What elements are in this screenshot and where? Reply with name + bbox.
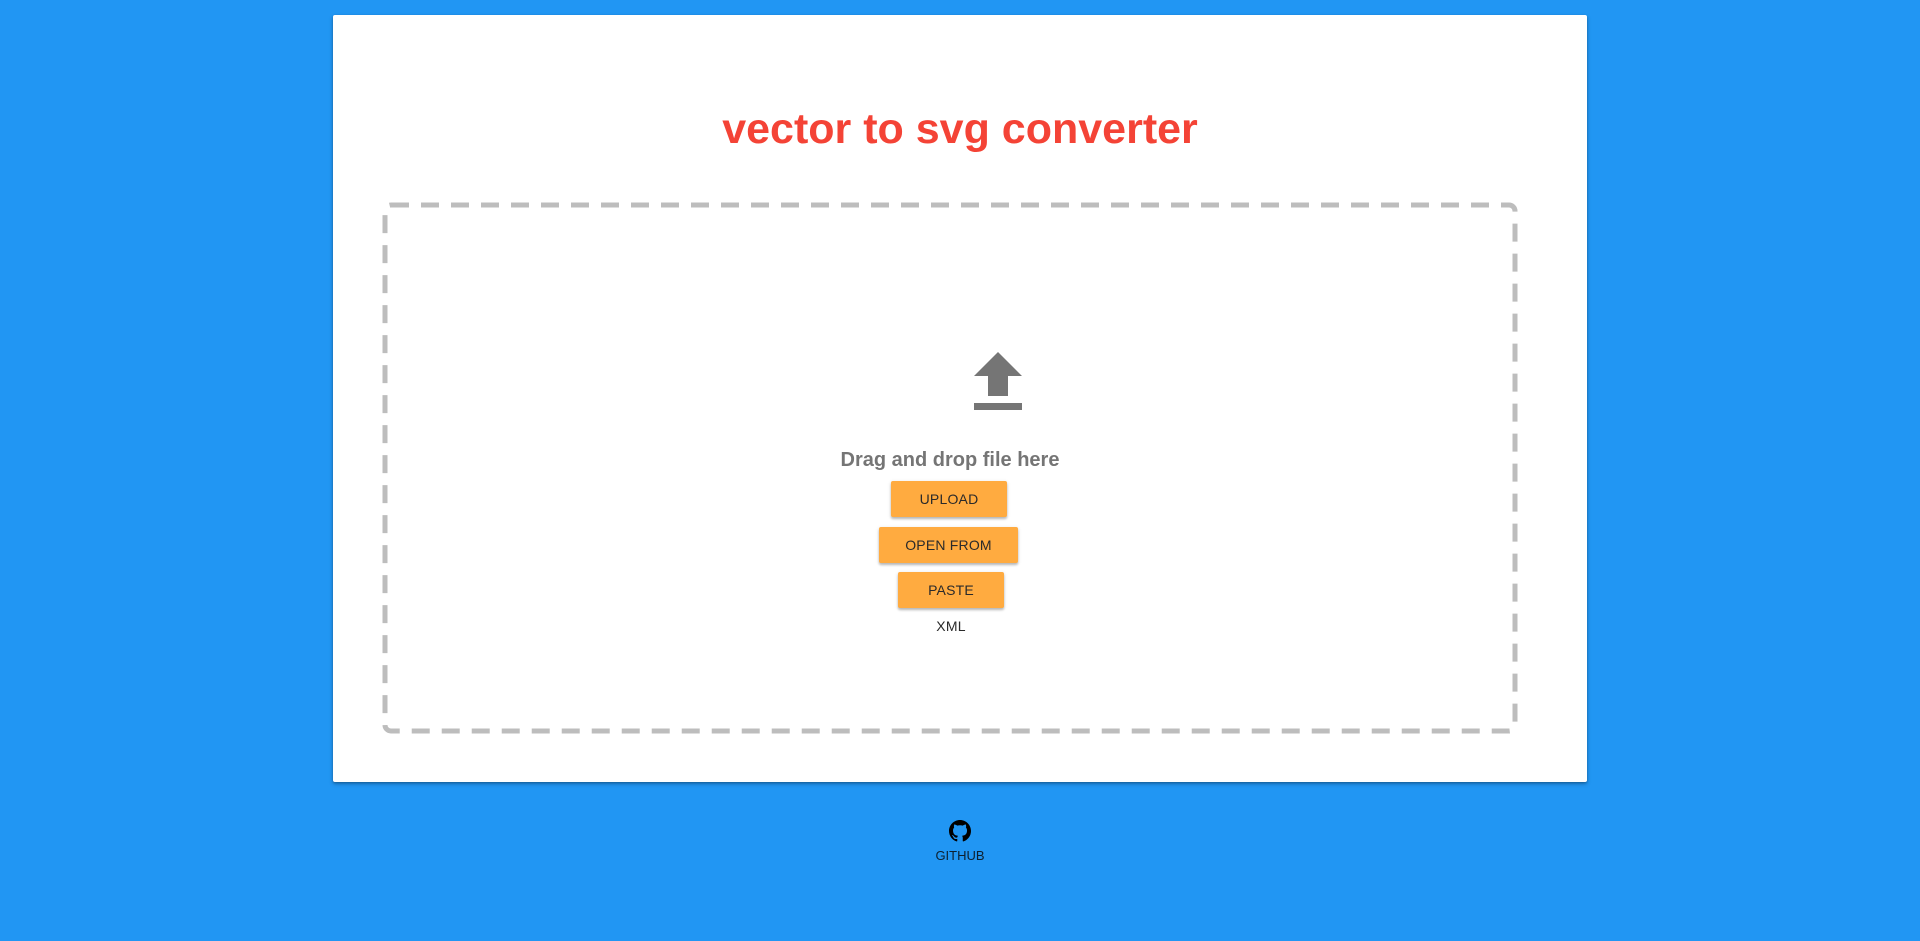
open-from-url-button[interactable]: OPEN FROM URL bbox=[879, 527, 1018, 589]
github-link[interactable]: GITHUB bbox=[920, 816, 1000, 876]
drag-drop-instruction: Drag and drop file here bbox=[840, 449, 1060, 471]
upload-icon bbox=[974, 352, 1022, 410]
paste-xml-button[interactable]: PASTE XML bbox=[898, 572, 1004, 634]
converter-card: vector to svg converter Drag and drop fi… bbox=[333, 15, 1587, 782]
github-icon bbox=[949, 820, 971, 842]
upload-file-button[interactable]: UPLOAD FILE bbox=[891, 481, 1007, 543]
page-title: vector to svg converter bbox=[722, 105, 1198, 153]
file-dropzone[interactable]: Drag and drop file here bbox=[382, 202, 1518, 734]
github-label: GITHUB bbox=[935, 848, 985, 863]
